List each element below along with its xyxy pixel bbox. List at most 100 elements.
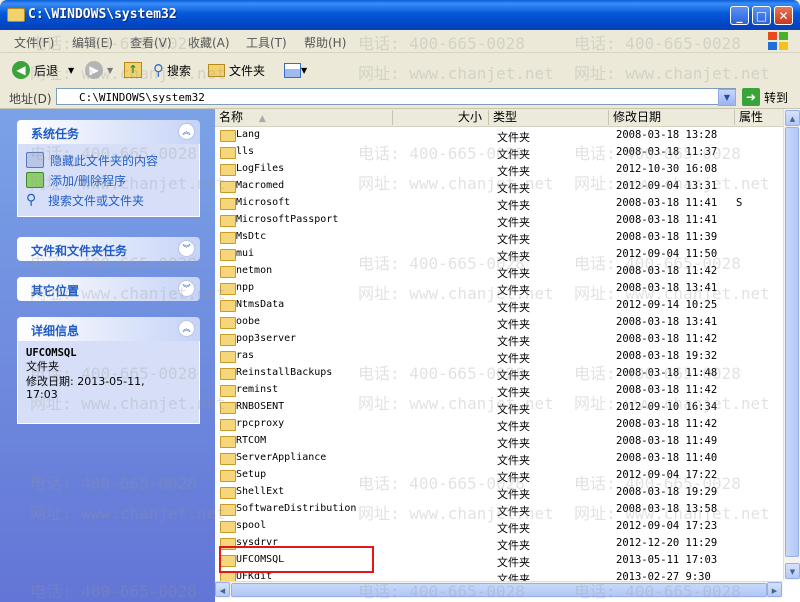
- file-row[interactable]: oobe 文件夹 2008-03-18 13:41: [215, 314, 785, 331]
- file-row[interactable]: MsDtc 文件夹 2008-03-18 11:39: [215, 229, 785, 246]
- maximize-button[interactable]: □: [752, 6, 771, 25]
- file-row[interactable]: netmon 文件夹 2008-03-18 11:42: [215, 263, 785, 280]
- file-type: 文件夹: [497, 182, 530, 195]
- file-row[interactable]: Macromed 文件夹 2012-09-04 13:31: [215, 178, 785, 195]
- go-label: 转到: [764, 90, 789, 105]
- expand-icon[interactable]: ︾: [178, 240, 195, 257]
- file-modified: 2008-03-18 11:42: [616, 384, 718, 396]
- folder-icon: [220, 130, 236, 142]
- file-row[interactable]: RTCOM 文件夹 2008-03-18 11:49: [215, 433, 785, 450]
- scroll-thumb[interactable]: [231, 583, 767, 597]
- file-name: Microsoft: [236, 197, 291, 208]
- minimize-button[interactable]: _: [730, 6, 749, 25]
- file-row[interactable]: mui 文件夹 2012-09-04 11:50: [215, 246, 785, 263]
- file-row[interactable]: rpcproxy 文件夹 2008-03-18 11:42: [215, 416, 785, 433]
- file-row[interactable]: MicrosoftPassport 文件夹 2008-03-18 11:41: [215, 212, 785, 229]
- task-hide-folder-contents[interactable]: 隐藏此文件夹的内容: [26, 150, 191, 170]
- chevron-down-icon[interactable]: ▼: [718, 89, 736, 106]
- chevron-down-icon[interactable]: ▼: [68, 66, 74, 75]
- menu-bar: 文件(F) 编辑(E) 查看(V) 收藏(A) 工具(T) 帮助(H): [0, 30, 800, 53]
- panel-body: 隐藏此文件夹的内容 添加/删除程序 ⚲ 搜索文件或文件夹: [17, 144, 200, 217]
- file-row[interactable]: NtmsData 文件夹 2012-09-14 10:25: [215, 297, 785, 314]
- file-row[interactable]: spool 文件夹 2012-09-04 17:23: [215, 518, 785, 535]
- file-modified: 2008-03-18 13:41: [616, 282, 718, 294]
- collapse-icon[interactable]: ︽: [178, 320, 195, 337]
- file-row[interactable]: Setup 文件夹 2012-09-04 17:22: [215, 467, 785, 484]
- window-title: C:\WINDOWS\system32: [28, 7, 177, 22]
- folder-icon: [220, 368, 236, 380]
- file-row[interactable]: Lang 文件夹 2008-03-18 13:28: [215, 127, 785, 144]
- folder-icon: [220, 419, 236, 431]
- file-list[interactable]: 名称 ▲ 大小 类型 修改日期 属性 Lang 文件夹 2008-03-18 13:…: [215, 109, 800, 602]
- forward-button[interactable]: ▶ ▼: [85, 60, 113, 80]
- file-type: 文件夹: [497, 386, 530, 399]
- views-button[interactable]: ▼: [284, 60, 307, 80]
- vertical-scrollbar[interactable]: ▲ ▼: [783, 109, 800, 580]
- back-button[interactable]: ◀ 后退 ▼: [12, 60, 74, 80]
- file-row[interactable]: RNBOSENT 文件夹 2012-09-10 16:34: [215, 399, 785, 416]
- search-button[interactable]: ⚲ 搜索: [153, 60, 191, 80]
- details-header[interactable]: 详细信息 ︽: [17, 317, 200, 341]
- task-label: 搜索文件或文件夹: [48, 193, 145, 208]
- chevron-down-icon[interactable]: ▼: [107, 66, 113, 75]
- collapse-icon[interactable]: ︽: [178, 123, 195, 140]
- chevron-down-icon[interactable]: ▼: [301, 66, 307, 75]
- go-button[interactable]: ➜ 转到: [742, 88, 788, 106]
- file-row[interactable]: SoftwareDistribution 文件夹 2008-03-18 13:58: [215, 501, 785, 518]
- file-row[interactable]: lls 文件夹 2008-03-18 11:37: [215, 144, 785, 161]
- title-bar[interactable]: C:\WINDOWS\system32 _ □ ✕: [0, 0, 800, 30]
- file-modified: 2008-03-18 11:42: [616, 418, 718, 430]
- folders-label: 文件夹: [229, 63, 266, 78]
- file-tasks-header[interactable]: 文件和文件夹任务 ︾: [17, 237, 200, 261]
- scroll-thumb[interactable]: [785, 127, 799, 557]
- file-type: 文件夹: [497, 420, 530, 433]
- file-modified: 2008-03-18 11:39: [616, 231, 718, 243]
- file-row[interactable]: npp 文件夹 2008-03-18 13:41: [215, 280, 785, 297]
- scroll-down-icon[interactable]: ▼: [785, 563, 800, 579]
- search-label: 搜索: [167, 63, 192, 78]
- system-tasks-header[interactable]: 系统任务 ︽: [17, 120, 200, 144]
- column-name[interactable]: 名称 ▲: [215, 110, 393, 125]
- column-name-label: 名称: [219, 110, 244, 124]
- file-row[interactable]: ReinstallBackups 文件夹 2008-03-18 11:48: [215, 365, 785, 382]
- scroll-right-icon[interactable]: ▶: [767, 582, 782, 597]
- file-row[interactable]: ServerAppliance 文件夹 2008-03-18 11:40: [215, 450, 785, 467]
- folder-icon: [220, 351, 236, 363]
- file-row[interactable]: LogFiles 文件夹 2012-10-30 16:08: [215, 161, 785, 178]
- expand-icon[interactable]: ︾: [178, 280, 195, 297]
- file-name: npp: [236, 282, 255, 293]
- other-places-header[interactable]: 其它位置 ︾: [17, 277, 200, 301]
- address-label: 地址(D): [9, 92, 52, 106]
- file-row[interactable]: ShellExt 文件夹 2008-03-18 19:29: [215, 484, 785, 501]
- file-row[interactable]: ras 文件夹 2008-03-18 19:32: [215, 348, 785, 365]
- sort-ascending-icon: ▲: [258, 114, 266, 124]
- file-type: 文件夹: [497, 148, 530, 161]
- close-button[interactable]: ✕: [774, 6, 793, 25]
- scroll-up-icon[interactable]: ▲: [785, 110, 800, 126]
- menu-file[interactable]: 文件(F): [14, 34, 54, 51]
- column-size[interactable]: 大小: [393, 110, 489, 125]
- file-type: 文件夹: [497, 522, 530, 535]
- file-row[interactable]: reminst 文件夹 2008-03-18 11:42: [215, 382, 785, 399]
- column-type[interactable]: 类型: [489, 110, 609, 125]
- task-add-remove-programs[interactable]: 添加/删除程序: [26, 170, 191, 190]
- horizontal-scrollbar[interactable]: ◀ ▶: [215, 581, 783, 598]
- task-search-files[interactable]: ⚲ 搜索文件或文件夹: [26, 190, 191, 210]
- folder-icon: [220, 504, 236, 516]
- menu-tools[interactable]: 工具(T): [246, 34, 287, 51]
- folder-icon: [220, 215, 236, 227]
- menu-edit[interactable]: 编辑(E): [72, 34, 113, 51]
- menu-favorites[interactable]: 收藏(A): [188, 34, 230, 51]
- column-attributes[interactable]: 属性: [735, 110, 785, 125]
- file-row[interactable]: Microsoft 文件夹 2008-03-18 11:41 S: [215, 195, 785, 212]
- up-folder-button[interactable]: ↑: [124, 60, 142, 80]
- file-row[interactable]: pop3server 文件夹 2008-03-18 11:42: [215, 331, 785, 348]
- menu-view[interactable]: 查看(V): [130, 34, 172, 51]
- scroll-left-icon[interactable]: ◀: [215, 582, 230, 597]
- details-name: UFCOMSQL: [26, 347, 77, 359]
- address-input[interactable]: C:\WINDOWS\system32: [56, 88, 736, 105]
- menu-help[interactable]: 帮助(H): [304, 34, 346, 51]
- folders-button[interactable]: 文件夹: [208, 60, 265, 80]
- file-name: MsDtc: [236, 231, 267, 242]
- column-modified[interactable]: 修改日期: [609, 110, 735, 125]
